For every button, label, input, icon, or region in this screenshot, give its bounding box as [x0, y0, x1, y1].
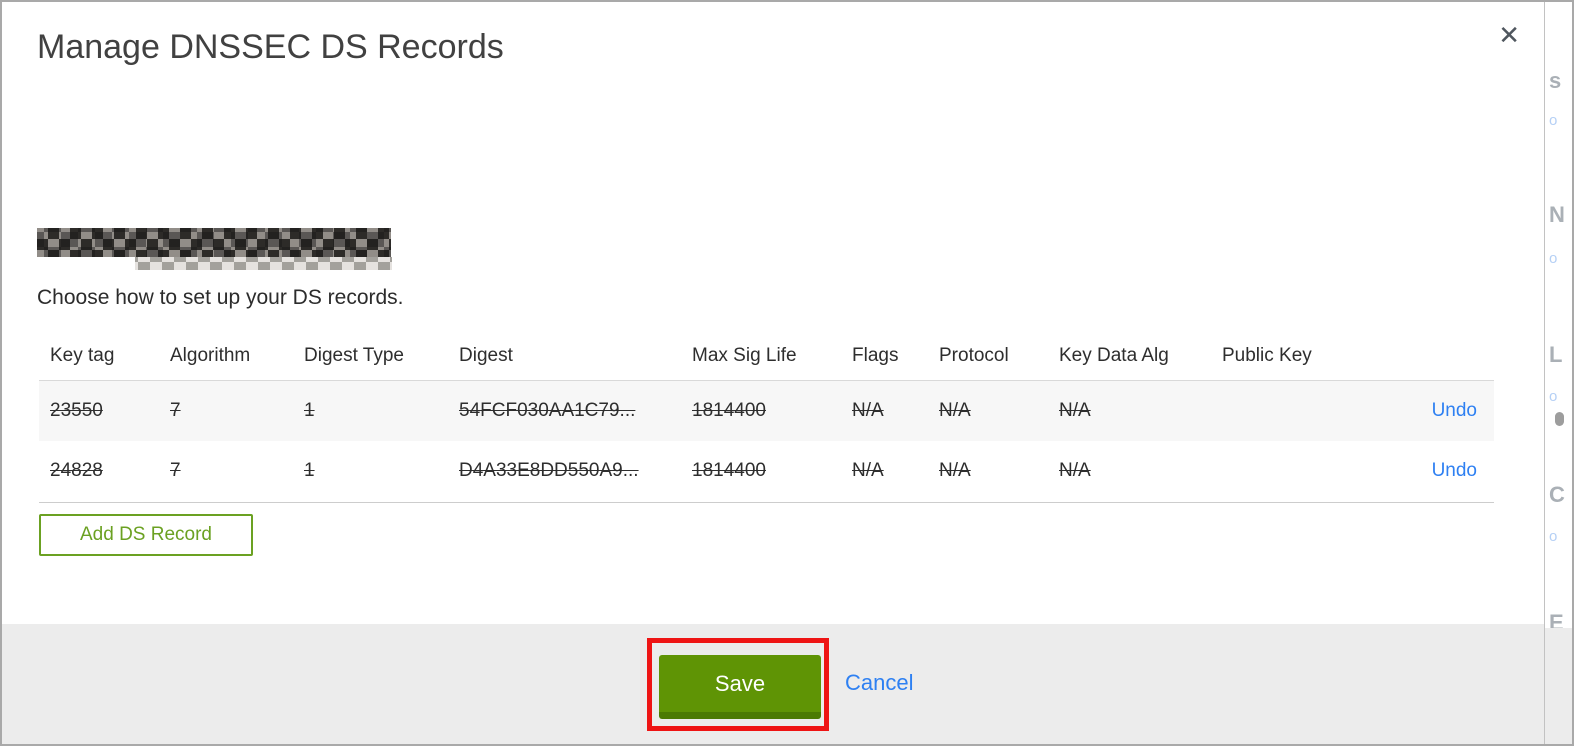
background-text-fragment: N [1549, 202, 1565, 227]
background-link-fragment: o [1549, 250, 1558, 267]
cell-digest-type: 1 [304, 399, 315, 421]
cell-flags: N/A [852, 399, 884, 421]
cell-max-sig-life: 1814400 [692, 399, 766, 421]
cell-key-tag: 24828 [50, 460, 103, 482]
cell-key-data-alg: N/A [1059, 460, 1091, 482]
col-header-flags: Flags [841, 332, 928, 381]
cell-key-tag: 23550 [50, 399, 103, 421]
redacted-domain-name [37, 228, 391, 257]
col-header-public-key: Public Key [1211, 332, 1351, 381]
background-footer-strip [1545, 628, 1572, 744]
table-row: 24828 7 1 D4A33E8DD550A9... 1814400 N/A … [39, 441, 1494, 503]
background-text-fragment: L [1549, 342, 1563, 367]
close-icon[interactable]: ✕ [1498, 22, 1520, 48]
cancel-link[interactable]: Cancel [845, 670, 913, 696]
col-header-key-data-alg: Key Data Alg [1048, 332, 1211, 381]
undo-link[interactable]: Undo [1432, 400, 1477, 421]
cell-max-sig-life: 1814400 [692, 460, 766, 482]
background-page-strip: s o N o L o C o E o [1545, 2, 1572, 744]
add-ds-record-button[interactable]: Add DS Record [39, 514, 253, 556]
col-header-actions [1351, 332, 1494, 381]
col-header-algorithm: Algorithm [159, 332, 293, 381]
background-text-fragment: s [1549, 68, 1562, 93]
cell-digest: 54FCF030AA1C79... [459, 399, 636, 421]
col-header-max-sig-life: Max Sig Life [681, 332, 841, 381]
cell-key-data-alg: N/A [1059, 399, 1091, 421]
manage-dnssec-modal: Manage DNSSEC DS Records ✕ Choose how to… [2, 2, 1545, 744]
instruction-text: Choose how to set up your DS records. [37, 286, 404, 309]
screenshot-root: Manage DNSSEC DS Records ✕ Choose how to… [0, 0, 1574, 746]
background-link-fragment: o [1549, 112, 1558, 129]
table-row: 23550 7 1 54FCF030AA1C79... 1814400 N/A … [39, 380, 1494, 441]
cell-algorithm: 7 [170, 460, 181, 482]
background-text-fragment: C [1549, 482, 1565, 507]
cell-digest: D4A33E8DD550A9... [459, 460, 639, 482]
undo-link[interactable]: Undo [1432, 460, 1477, 481]
col-header-key-tag: Key tag [39, 332, 159, 381]
save-button[interactable]: Save [659, 655, 821, 719]
cell-digest-type: 1 [304, 460, 315, 482]
col-header-digest: Digest [448, 332, 681, 381]
col-header-digest-type: Digest Type [293, 332, 448, 381]
cell-flags: N/A [852, 460, 884, 482]
cell-algorithm: 7 [170, 399, 181, 421]
background-scrollbar-thumb [1555, 412, 1564, 426]
cell-protocol: N/A [939, 460, 971, 482]
background-link-fragment: o [1549, 388, 1558, 405]
background-link-fragment: o [1549, 528, 1558, 545]
page-title: Manage DNSSEC DS Records [37, 28, 504, 66]
redacted-domain-name-blur [135, 257, 392, 270]
table-header-row: Key tag Algorithm Digest Type Digest Max… [39, 332, 1494, 381]
cell-protocol: N/A [939, 399, 971, 421]
col-header-protocol: Protocol [928, 332, 1048, 381]
ds-records-table: Key tag Algorithm Digest Type Digest Max… [39, 332, 1494, 503]
